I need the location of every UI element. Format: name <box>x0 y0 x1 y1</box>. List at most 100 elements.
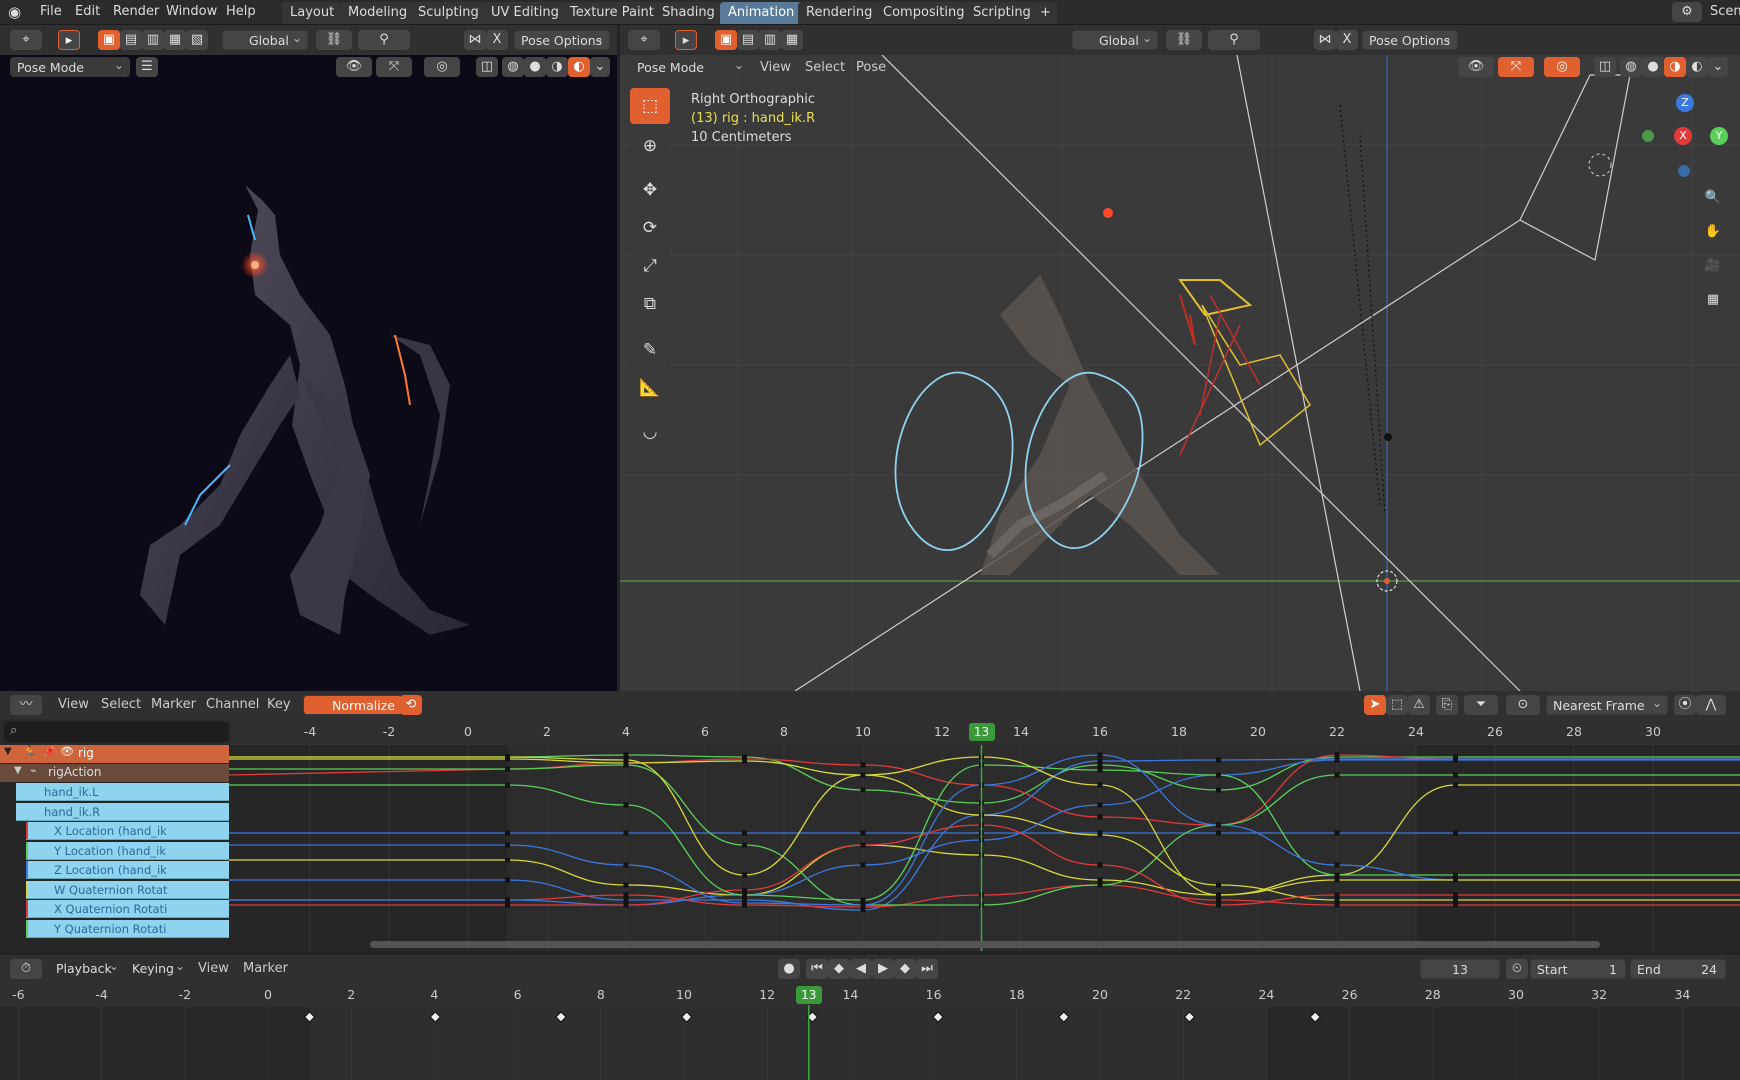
snap-mode-dropdown[interactable]: Nearest Frame <box>1546 693 1668 715</box>
keyframe-point[interactable] <box>1216 772 1221 778</box>
graph-editor-type-icon[interactable]: 〰 <box>10 695 42 715</box>
keyframe-point[interactable] <box>1334 892 1340 898</box>
keyframe-point[interactable] <box>505 877 510 883</box>
channel-item[interactable]: W Quaternion Rotat <box>26 880 229 899</box>
keyframe-diamond[interactable] <box>1309 1011 1321 1023</box>
jump-start-icon[interactable]: ⏮ <box>806 959 828 979</box>
next-keyframe-icon[interactable]: ◆ <box>894 959 916 979</box>
keyframe-point[interactable] <box>505 782 510 788</box>
keyframe-point[interactable] <box>742 842 747 848</box>
keyframe-point[interactable] <box>1097 877 1103 883</box>
overlay-icon[interactable]: ◎ <box>1544 57 1580 77</box>
keyframe-point[interactable] <box>1097 814 1103 820</box>
expand-icon[interactable]: ▼ <box>4 746 12 757</box>
keyframe-point[interactable] <box>1097 782 1103 788</box>
channel-search-input[interactable]: ⌕ <box>4 722 229 742</box>
keyframe-point[interactable] <box>623 897 629 903</box>
keyframe-point[interactable] <box>623 892 629 898</box>
rendered-shading-icon[interactable]: ◐ <box>1686 57 1708 77</box>
editor-type-icon[interactable]: ⌖ <box>628 30 660 50</box>
scene-icon[interactable]: ⚙ <box>1672 2 1702 22</box>
channel-item[interactable]: hand_ik.R <box>16 802 229 821</box>
menu-marker[interactable]: Marker <box>151 697 196 712</box>
visibility-icon[interactable]: 👁 <box>1458 57 1494 77</box>
keyframe-point[interactable] <box>860 897 866 903</box>
eye-icon[interactable]: 👁 <box>60 745 74 758</box>
horizontal-scrollbar[interactable] <box>370 941 1600 948</box>
x-axis-toggle[interactable]: X <box>486 30 508 50</box>
expand-icon[interactable]: ▼ <box>14 765 22 776</box>
keyframe-point[interactable] <box>1216 882 1221 888</box>
select-tool-icon[interactable]: ▸ <box>675 30 697 50</box>
play-icon[interactable]: ▶ <box>872 959 894 979</box>
keyframe-point[interactable] <box>1334 830 1340 836</box>
gizmo-y-axis[interactable]: Y <box>1710 127 1728 145</box>
f-curves[interactable] <box>229 745 1740 951</box>
keyframe-point[interactable] <box>860 787 866 793</box>
select-mode-subtract-icon[interactable]: ▥ <box>759 30 781 50</box>
mirror-x-icon[interactable]: ⋈ <box>1314 30 1336 50</box>
keyframe-point[interactable] <box>860 842 866 848</box>
keyframe-point[interactable] <box>623 802 629 808</box>
grid-icon[interactable]: ▦ <box>1700 287 1726 313</box>
annotate-tool-icon[interactable]: ✎ <box>630 332 670 368</box>
tab-shading[interactable]: Shading <box>654 2 723 24</box>
gizmo-icon[interactable]: ⤧ <box>1498 57 1534 77</box>
keyframe-point[interactable] <box>1334 902 1340 908</box>
keyframe-point[interactable] <box>1097 832 1103 838</box>
keyframe-point[interactable] <box>1216 902 1221 908</box>
graph-area[interactable] <box>229 745 1740 951</box>
keyframe-point[interactable] <box>1216 822 1221 828</box>
menu-key[interactable]: Key <box>267 697 291 712</box>
menu-window[interactable]: Window <box>162 2 221 22</box>
keyframe-point[interactable] <box>623 902 629 908</box>
zoom-icon[interactable]: 🔍 <box>1700 185 1726 211</box>
menu-view[interactable]: View <box>198 961 229 976</box>
normalize-toggle[interactable]: Normalize <box>303 695 403 715</box>
select-mode-extend-icon[interactable]: ▤ <box>120 30 142 50</box>
material-shading-icon[interactable]: ◑ <box>1664 57 1686 77</box>
keyframe-point[interactable] <box>623 830 629 836</box>
keyframe-point[interactable] <box>1097 802 1103 808</box>
tab-animation[interactable]: Animation <box>720 2 803 24</box>
show-hidden-icon[interactable]: ⬚ <box>1386 695 1408 715</box>
keyframe-point[interactable] <box>860 830 866 836</box>
keyframe-point[interactable] <box>505 857 510 863</box>
filter-icon[interactable]: ⏷ <box>1464 695 1498 715</box>
menu-view[interactable]: View <box>760 60 791 75</box>
camera-icon[interactable]: 🎥 <box>1700 253 1726 279</box>
scale-tool-icon[interactable]: ⤢ <box>630 248 670 284</box>
select-box-tool-icon[interactable]: ⬚ <box>630 88 670 124</box>
keyframe-point[interactable] <box>1453 757 1458 763</box>
keyframe-point[interactable] <box>1216 897 1221 903</box>
keyframe-point[interactable] <box>1453 872 1458 878</box>
keyframe-point[interactable] <box>1216 892 1221 898</box>
keyframe-point[interactable] <box>1453 782 1458 788</box>
timeline[interactable]: -6 -4 -2 0 2 4 6 8 10 12 13 14 16 18 20 22 24 26 28 30 32 34 <box>0 983 1740 1080</box>
shading-options-icon[interactable]: ⌄ <box>1708 57 1728 77</box>
menu-help[interactable]: Help <box>222 2 260 22</box>
select-mode-invert-icon[interactable]: ▦ <box>164 30 186 50</box>
keyframe-point[interactable] <box>1334 757 1340 763</box>
pose-options-dropdown[interactable]: Pose Options <box>514 28 610 50</box>
menu-file[interactable]: File <box>36 2 66 22</box>
tab-rendering[interactable]: Rendering <box>798 2 881 24</box>
keyframe-point[interactable] <box>1097 882 1103 888</box>
keyframe-point[interactable] <box>860 902 866 908</box>
scene-name[interactable]: Scen <box>1706 2 1740 22</box>
keyframe-point[interactable] <box>742 900 747 906</box>
channel-item[interactable]: X Quaternion Rotati <box>26 900 229 918</box>
record-icon[interactable]: ● <box>778 959 800 979</box>
channel-rig[interactable]: ▼ 🏃 📌 👁 rig <box>0 745 229 763</box>
normalize-refresh-icon[interactable]: ⟲ <box>400 695 422 715</box>
menu-render[interactable]: Render <box>109 2 163 22</box>
keyframe-point[interactable] <box>505 766 510 772</box>
keyframe-point[interactable] <box>1453 877 1458 883</box>
pivot-point-icon[interactable]: ⊙ <box>1506 695 1540 715</box>
keyframe-point[interactable] <box>742 830 747 836</box>
keyframe-point[interactable] <box>1334 872 1340 878</box>
pose-options-dropdown[interactable]: Pose Options <box>1362 28 1458 50</box>
keyframe-point[interactable] <box>860 772 866 778</box>
menu-pose[interactable]: Pose <box>856 60 886 75</box>
keyframe-point[interactable] <box>1216 787 1221 793</box>
